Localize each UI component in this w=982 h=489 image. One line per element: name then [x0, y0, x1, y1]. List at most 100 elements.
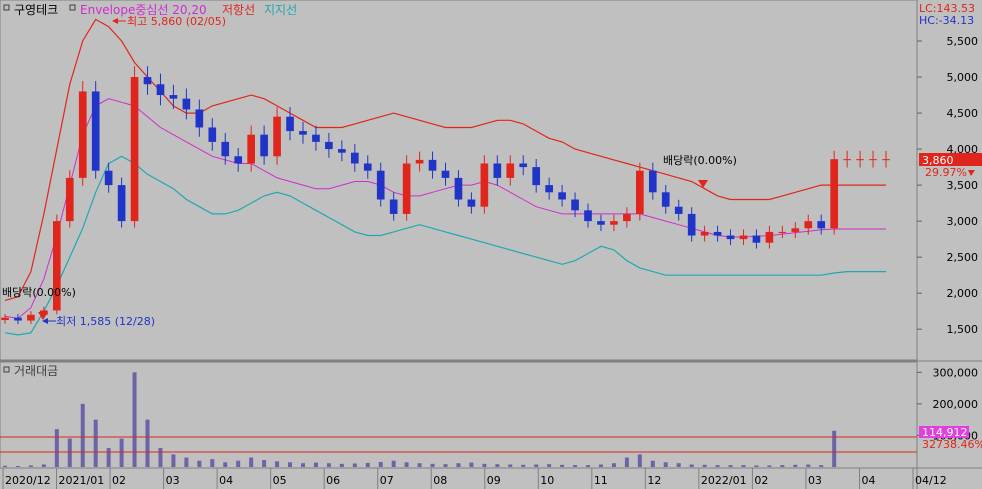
candle-body: [260, 134, 268, 157]
volume-bar: [573, 465, 578, 467]
x-tick-label: 03: [166, 474, 180, 487]
volume-bar: [275, 461, 280, 467]
candle-body: [713, 231, 722, 236]
x-tick-label: 07: [380, 474, 394, 487]
volume-bar: [832, 430, 837, 467]
candle-body: [286, 116, 294, 132]
candle-body: [752, 235, 761, 243]
volume-bar: [300, 463, 305, 467]
candle-body: [363, 163, 372, 171]
volume-bar: [158, 448, 163, 467]
volume-bar: [184, 457, 189, 467]
volume-bar: [54, 429, 59, 467]
dividend-annotation: 배당락(0.00%): [2, 286, 76, 299]
volume-bar: [547, 464, 552, 467]
candle-body: [402, 163, 411, 214]
volume-bar: [80, 403, 85, 467]
candle-body: [700, 231, 709, 236]
volume-last-ratio: 32738.46%: [922, 438, 982, 451]
candle-body: [843, 159, 851, 161]
candle-body: [545, 185, 553, 193]
candle-body: [1, 317, 9, 321]
volume-bar: [495, 464, 500, 467]
stock-chart: 1,5002,0002,5003,0003,5004,0004,5005,000…: [0, 0, 982, 489]
x-axis: 2020/12 2021/01 02 03 04 05 06 07 08 09 10 11 12 2022…: [2, 468, 947, 489]
volume-bar: [223, 462, 228, 467]
volume-bar: [236, 460, 241, 467]
stock-name[interactable]: 구영테크: [14, 3, 58, 17]
candle-body: [571, 199, 579, 211]
x-tick-label: 2021/01: [59, 474, 105, 487]
candle-body: [65, 177, 74, 222]
volume-bar: [93, 419, 98, 467]
volume-label[interactable]: 거래대금: [14, 364, 58, 378]
candle-body: [804, 221, 813, 229]
candle-body: [376, 170, 385, 200]
candle-body: [648, 170, 657, 193]
candle-body: [415, 159, 424, 164]
volume-bar: [586, 465, 591, 467]
candle-body: [27, 314, 35, 321]
volume-bar: [676, 463, 681, 467]
volume-bar: [404, 462, 409, 467]
volume-bar: [352, 463, 357, 467]
x-tick-label: 04: [219, 474, 233, 487]
volume-bar: [145, 419, 150, 467]
volume-bar: [650, 460, 655, 467]
candle-body: [312, 134, 320, 142]
x-tick-label: 03: [808, 474, 822, 487]
candle-body: [480, 163, 489, 207]
volume-bar: [598, 464, 603, 467]
candle-body: [350, 152, 359, 164]
volume-bar: [521, 464, 526, 467]
y-axis: 1,5002,0002,5003,0003,5004,0004,5005,000…: [917, 35, 978, 442]
volume-bar: [508, 464, 513, 467]
candle-body: [325, 141, 333, 150]
volume-bar: [469, 462, 474, 467]
candle-body: [273, 116, 281, 157]
volume-bar: [560, 464, 565, 467]
dividend-annotation: 배당락(0.00%): [663, 154, 737, 167]
volume-bar: [326, 463, 331, 467]
volume-bar: [132, 372, 137, 467]
x-tick-label: 06: [326, 474, 340, 487]
volume-bar: [313, 462, 318, 467]
candle-body: [739, 235, 748, 240]
candle-body: [441, 170, 450, 178]
volume-bar: [365, 462, 370, 467]
support-label: 지지선: [264, 3, 297, 17]
volume-bar: [715, 465, 720, 467]
volume-bar: [41, 464, 46, 467]
volume-bar: [806, 464, 811, 467]
candle-body: [428, 159, 437, 171]
candle-body: [791, 228, 800, 232]
y-tick-label: 1,500: [947, 323, 979, 336]
volume-bar: [611, 463, 616, 467]
volume-bar: [780, 465, 785, 467]
candle-body: [14, 317, 22, 321]
candle-body: [247, 134, 255, 164]
x-tick-label: 10: [540, 474, 554, 487]
volume-bar: [339, 463, 344, 467]
candle-body: [661, 192, 670, 207]
candle-body: [856, 159, 864, 161]
y-tick-label: 5,500: [947, 35, 979, 48]
x-tick-label: 08: [433, 474, 447, 487]
x-tick-label: 2020/12: [5, 474, 51, 487]
y-tick-label: 5,000: [947, 71, 979, 84]
volume-bar: [793, 464, 798, 467]
last-change: 29.97%: [925, 166, 967, 179]
candle-body: [636, 170, 644, 214]
volume-bar: [534, 464, 539, 467]
volume-bar: [378, 461, 383, 467]
high-annotation: 최고 5,860 (02/05): [127, 15, 226, 28]
x-tick-label: 04: [861, 474, 875, 487]
x-tick-label: 12: [647, 474, 661, 487]
volume-tick-label: 300,000: [933, 366, 979, 379]
stock-chart-window: 1,500 2,000 2,500 3,000 3,500 4,000 4,500 5,000…: [0, 0, 982, 489]
volume-bar: [197, 460, 202, 467]
volume-bar: [15, 466, 20, 467]
volume-bar: [3, 465, 7, 467]
candle-body: [558, 192, 566, 200]
volume-bar: [767, 465, 772, 467]
